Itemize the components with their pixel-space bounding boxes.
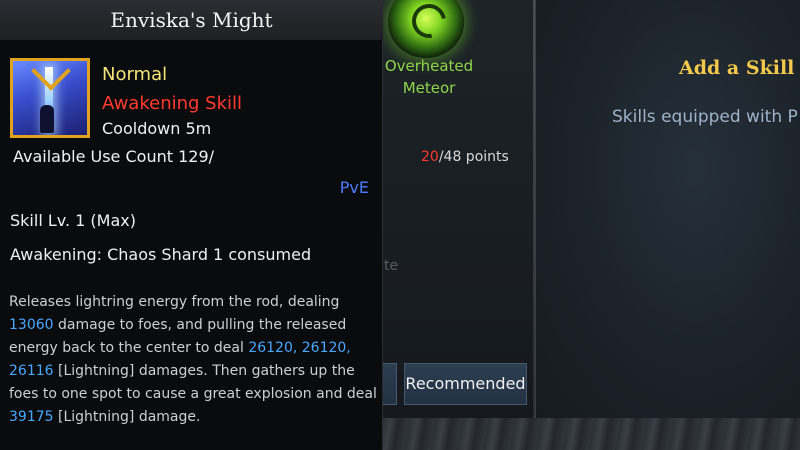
desc-part: Releases lightring energy from the rod, … bbox=[9, 294, 340, 310]
awakening-cost: Awakening: Chaos Shard 1 consumed bbox=[10, 245, 312, 264]
overheated-meteor-label: Overheated Meteor bbox=[384, 57, 474, 97]
points-total: /48 points bbox=[438, 149, 509, 165]
skill-description: Releases lightring energy from the rod, … bbox=[9, 291, 379, 429]
desc-part: [Lightning] damages. Then gathers up the… bbox=[9, 363, 377, 402]
awakening-skill-icon bbox=[10, 58, 90, 138]
left-button-edge[interactable] bbox=[383, 363, 397, 405]
mode-badge: PvE bbox=[339, 178, 369, 197]
caster-figure bbox=[40, 105, 54, 133]
obscured-label: te bbox=[384, 258, 399, 274]
skill-level: Skill Lv. 1 (Max) bbox=[10, 211, 136, 230]
tooltip-title: Enviska's Might bbox=[0, 0, 383, 40]
skill-type: Awakening Skill bbox=[102, 93, 243, 114]
frame-chevron bbox=[31, 61, 71, 91]
skill-grade: Normal bbox=[102, 64, 168, 85]
add-skill-title: Add a Skill P bbox=[679, 57, 800, 79]
recommended-button[interactable]: Recommended bbox=[404, 363, 527, 405]
points-used: 20 bbox=[421, 149, 439, 165]
bottom-frame bbox=[383, 418, 800, 450]
skill-points-counter: 20/48 points bbox=[421, 149, 509, 165]
desc-damage-value: 13060 bbox=[9, 317, 54, 333]
skill-tooltip: Enviska's Might Normal Awakening Skill C… bbox=[0, 0, 383, 450]
skill-cooldown: Cooldown 5m bbox=[102, 119, 212, 138]
desc-damage-value: 39175 bbox=[9, 409, 54, 425]
use-count: Available Use Count 129/ bbox=[13, 147, 215, 166]
skills-equipped-text: Skills equipped with P bbox=[612, 107, 798, 127]
desc-part: [Lightning] damage. bbox=[53, 409, 201, 425]
